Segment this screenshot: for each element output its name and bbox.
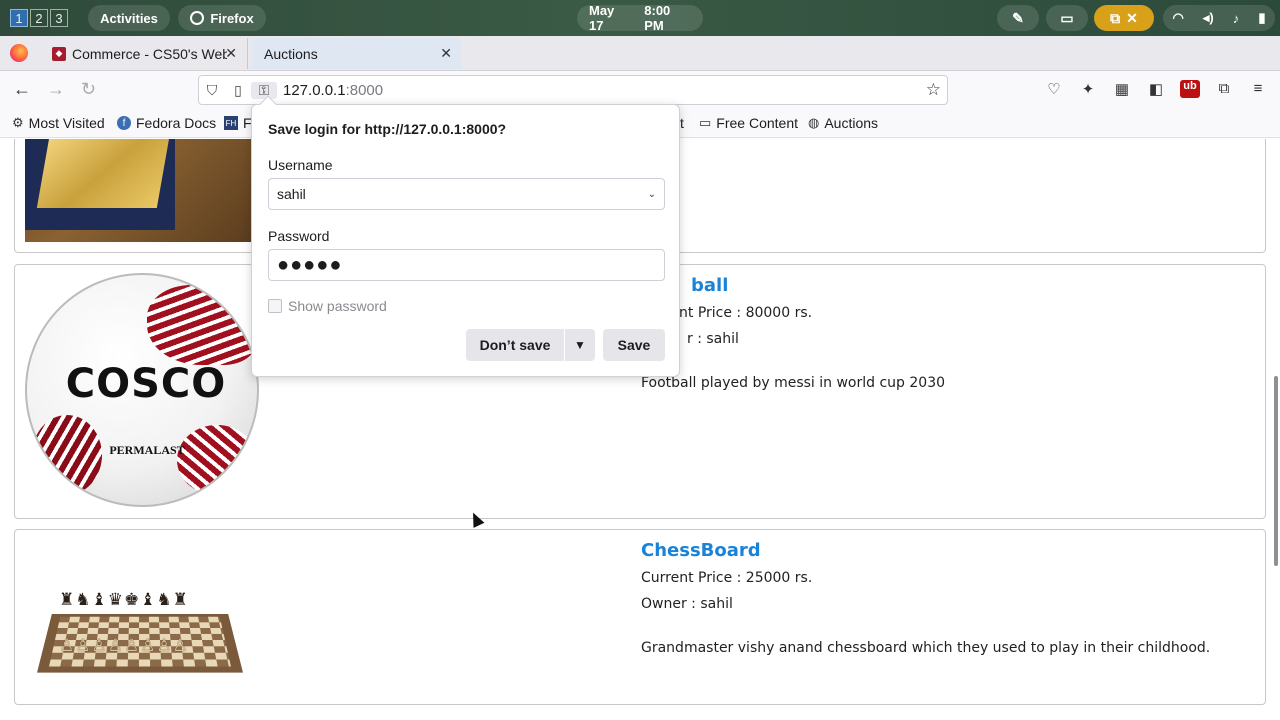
tracking-protection-icon[interactable]: ⛉ [199, 82, 225, 99]
back-icon[interactable]: ← [13, 79, 31, 100]
url-port: :8000 [345, 81, 384, 99]
save-button[interactable]: Save [603, 329, 665, 361]
show-password-toggle[interactable]: Show password [268, 298, 387, 314]
gnome-top-bar: 1 2 3 Activities Firefox May 17 8:00 PM … [0, 0, 1280, 36]
toolbar-icons: ♡ ✦ ▦ ◧ ub ⧉ ≡ [1044, 80, 1268, 98]
wifi-icon: ◠ [1172, 10, 1184, 25]
microphone-icon: ♪ [1232, 10, 1240, 26]
listing-title[interactable]: ChessBoard [641, 540, 1210, 561]
extensions-puzzle-icon[interactable]: ⧉ [1214, 80, 1234, 98]
stop-share-icon[interactable]: ✕ [1126, 10, 1138, 27]
fedora-icon: f [117, 116, 131, 130]
bookmark-label: Auctions [824, 115, 879, 131]
bookmark-label: Most Visited [28, 115, 105, 131]
clock[interactable]: May 17 8:00 PM [577, 3, 703, 33]
system-menu[interactable]: ◠ ◂) ♪ ▮ [1163, 5, 1275, 31]
url-host: 127.0.0.1 [283, 81, 346, 99]
show-password-checkbox[interactable] [268, 299, 282, 313]
listing-owner: Owner : sahil [641, 596, 733, 612]
bookmark-most-visited[interactable]: ⚙ Most Visited [12, 115, 105, 131]
workspace-1[interactable]: 1 [10, 9, 28, 27]
screen-share-indicator[interactable]: ⧉ ✕ [1094, 5, 1154, 31]
save-login-popup: Save login for http://127.0.0.1:8000? Us… [251, 95, 680, 377]
popup-title: Save login for http://127.0.0.1:8000? [268, 121, 507, 137]
page-info-icon[interactable]: ▯ [225, 82, 251, 99]
tab-commerce[interactable]: ◆ Commerce - CS50's Web ✕ [40, 38, 248, 69]
ball-sub-text: PERMALAST [109, 443, 185, 457]
workspace-2[interactable]: 2 [30, 9, 48, 27]
chevron-down-icon[interactable]: ⌄ [648, 189, 656, 200]
folder-icon: ▭ [699, 115, 712, 130]
listing-title[interactable]: ball [691, 275, 945, 296]
key-icon[interactable]: ⚿ [251, 81, 277, 99]
show-password-label: Show password [288, 298, 387, 314]
hamburger-menu-icon[interactable]: ≡ [1248, 80, 1268, 98]
tab-auctions[interactable]: Auctions ✕ [252, 38, 462, 69]
color-picker-icon[interactable]: ✎ [997, 5, 1039, 31]
globe-icon: ◍ [808, 115, 820, 130]
bookmark-star-icon[interactable]: ☆ [926, 80, 941, 100]
ublock-origin-icon[interactable]: ub [1180, 80, 1200, 98]
dont-save-button[interactable]: Don’t save [466, 329, 564, 361]
ball-brand-text: COSCO [65, 361, 227, 407]
sidebar-icon[interactable]: ◧ [1146, 80, 1166, 98]
clock-time: 8:00 PM [644, 3, 671, 33]
reload-icon[interactable]: ↻ [81, 79, 96, 100]
clipboard-icon[interactable]: ▭ [1046, 5, 1088, 31]
page-scrollbar[interactable] [1274, 376, 1278, 566]
listing-owner: r : sahil [687, 331, 739, 347]
workspace-3[interactable]: 3 [50, 9, 68, 27]
battery-icon: ▮ [1258, 10, 1266, 25]
close-tab-icon[interactable]: ✕ [440, 45, 452, 62]
listing-price: Current Price : 25000 rs. [641, 570, 813, 586]
workspace-indicator[interactable]: 1 2 3 [10, 9, 68, 27]
bookmark-truncated[interactable]: t [680, 115, 684, 131]
password-value: ●●●●● [277, 254, 343, 276]
bookmark-auctions[interactable]: ◍ Auctions [808, 115, 878, 131]
extension-bird-icon[interactable]: ✦ [1078, 80, 1098, 98]
bookmark-free-content[interactable]: ▭ Free Content [699, 115, 798, 131]
football-image: COSCO PERMALAST [25, 273, 259, 507]
firefox-view-icon[interactable] [10, 44, 28, 62]
bookmark-fedora-docs[interactable]: f Fedora Docs [117, 115, 216, 131]
bookmark-label: Free Content [716, 115, 799, 131]
dont-save-dropdown-button[interactable]: ▼ [565, 329, 595, 361]
extension-grid-icon[interactable]: ▦ [1112, 80, 1132, 98]
pocket-icon[interactable]: ♡ [1044, 80, 1064, 98]
gold-bar-image [25, 139, 255, 242]
harvard-shield-icon: ◆ [52, 46, 66, 61]
password-field[interactable]: ●●●●● [268, 249, 665, 281]
password-label: Password [268, 228, 330, 244]
username-label: Username [268, 157, 333, 173]
clock-date: May 17 [589, 3, 615, 33]
fedora-hosted-icon: FH [224, 116, 238, 130]
screen-share-icon: ⧉ [1110, 9, 1121, 26]
listing-info: ball nt Price : 80000 rs. r : sahil Foot… [641, 275, 945, 401]
listing-description: Football played by messi in world cup 20… [641, 375, 946, 391]
activities-button[interactable]: Activities [88, 5, 170, 31]
forward-icon[interactable]: → [47, 79, 65, 100]
tab-title: Auctions [264, 45, 318, 62]
username-value: sahil [277, 186, 306, 202]
tab-title: Commerce - CS50's Web [72, 45, 227, 62]
firefox-icon [190, 11, 205, 25]
listing-price: nt Price : 80000 rs. [679, 305, 813, 321]
username-field[interactable]: sahil ⌄ [268, 178, 665, 210]
gear-icon: ⚙ [12, 115, 24, 130]
chevron-down-icon: ▼ [574, 338, 586, 352]
app-name: Firefox [210, 10, 254, 26]
chessboard-image: ♜♞♝♛♚♝♞♜ ♙♙♙♙♙♙♙♙ [37, 590, 243, 674]
volume-icon: ◂) [1202, 10, 1214, 25]
app-menu-firefox[interactable]: Firefox [178, 5, 266, 31]
close-tab-icon[interactable]: ✕ [225, 45, 237, 62]
listing-description: Grandmaster vishy anand chessboard which… [641, 640, 1211, 656]
listing-card: ♜♞♝♛♚♝♞♜ ♙♙♙♙♙♙♙♙ ChessBoard Current Pri… [14, 529, 1266, 705]
address-bar[interactable]: ⛉ ▯ ⚿ 127.0.0.1 :8000 ☆ [198, 75, 948, 105]
tab-strip: ◆ Commerce - CS50's Web ✕ Auctions ✕ + ⌄… [0, 36, 1280, 98]
listing-info: ChessBoard Current Price : 25000 rs. Own… [641, 540, 1210, 666]
bookmark-label: t [680, 115, 684, 131]
bookmark-label: Fedora Docs [136, 115, 217, 131]
